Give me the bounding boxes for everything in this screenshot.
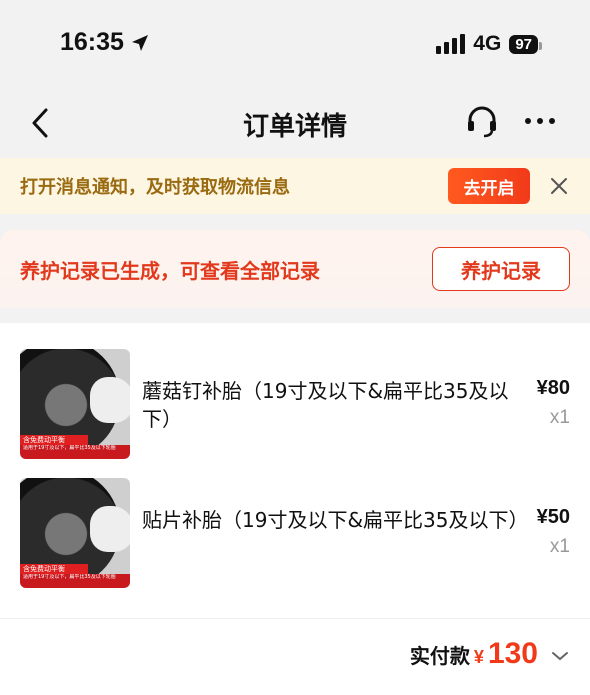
- total-bar: 实付款 ¥ 130: [0, 618, 590, 695]
- total-amount[interactable]: 实付款 ¥ 130: [410, 637, 570, 671]
- item-quantity: x1: [549, 536, 570, 557]
- enable-notification-button[interactable]: 去开启: [448, 168, 530, 204]
- status-time-text: 16:35: [60, 28, 124, 56]
- nav-bar: 订单详情: [0, 88, 590, 158]
- item-name: 贴片补胎（19寸及以下&扁平比35及以下）: [142, 508, 529, 532]
- network-type: 4G: [473, 32, 502, 55]
- thumbnail-tag: 含免费动平衡: [20, 435, 88, 445]
- notification-banner: 打开消息通知，及时获取物流信息 去开启: [0, 158, 590, 214]
- customer-service-icon[interactable]: [464, 104, 500, 140]
- order-item[interactable]: 含免费动平衡 适用于19寸及以下，扁平比35及以下轮胎 蘑菇钉补胎（19寸及以下…: [0, 349, 590, 469]
- item-price: ¥80: [536, 377, 570, 399]
- location-arrow-icon: [131, 34, 148, 51]
- item-name: 蘑菇钉补胎（19寸及以下&扁平比35及以下）: [142, 379, 509, 431]
- status-indicators: 4G 97: [436, 32, 542, 56]
- page-title: 订单详情: [242, 112, 347, 142]
- signal-icon: [436, 34, 466, 54]
- product-thumbnail: 含免费动平衡 适用于19寸及以下，扁平比35及以下轮胎: [20, 349, 130, 459]
- maintenance-banner: 养护记录已生成，可查看全部记录 养护记录: [0, 230, 590, 308]
- thumbnail-note: 适用于19寸及以下，扁平比35及以下轮胎: [20, 445, 130, 459]
- product-thumbnail: 含免费动平衡 适用于19寸及以下，扁平比35及以下轮胎: [20, 478, 130, 588]
- chevron-down-icon[interactable]: [550, 649, 570, 663]
- close-icon[interactable]: [544, 171, 574, 201]
- item-quantity: x1: [549, 407, 570, 428]
- order-items: 含免费动平衡 适用于19寸及以下，扁平比35及以下轮胎 蘑菇钉补胎（19寸及以下…: [0, 323, 590, 618]
- status-time: 16:35: [60, 28, 150, 57]
- thumbnail-tag: 含免费动平衡: [20, 564, 88, 574]
- order-item[interactable]: 含免费动平衡 适用于19寸及以下，扁平比35及以下轮胎 贴片补胎（19寸及以下&…: [0, 478, 590, 598]
- battery-icon: 97: [509, 34, 542, 54]
- notification-text: 打开消息通知，及时获取物流信息: [20, 177, 290, 198]
- status-bar: 16:35 4G 97: [0, 0, 590, 88]
- total-currency: ¥: [473, 647, 484, 667]
- total-value: 130: [487, 637, 538, 670]
- maintenance-record-button[interactable]: 养护记录: [432, 247, 570, 291]
- total-label: 实付款: [409, 644, 470, 668]
- item-price: ¥50: [536, 506, 570, 528]
- thumbnail-note: 适用于19寸及以下，扁平比35及以下轮胎: [20, 574, 130, 588]
- maintenance-text: 养护记录已生成，可查看全部记录: [20, 258, 320, 283]
- more-icon[interactable]: [520, 106, 560, 136]
